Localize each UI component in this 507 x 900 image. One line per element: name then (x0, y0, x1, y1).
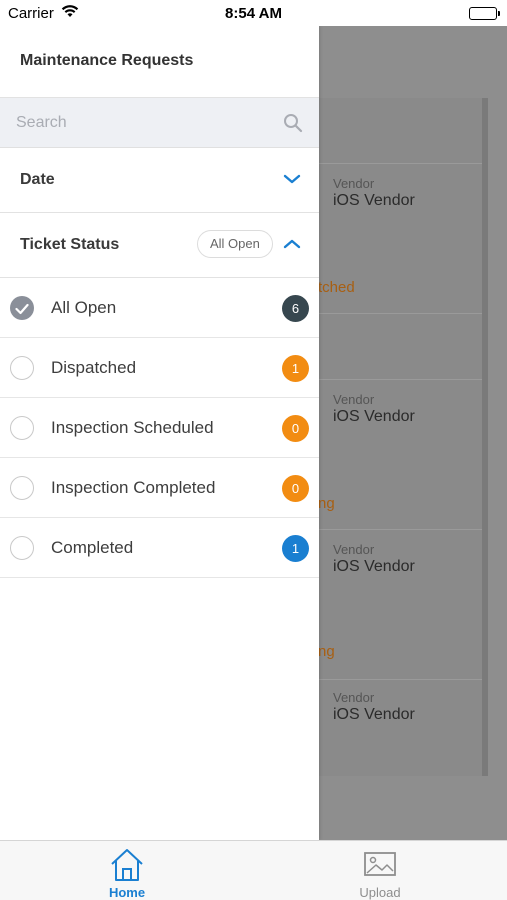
checkmark-icon (15, 302, 29, 320)
count-badge: 1 (282, 535, 309, 562)
count-badge: 0 (282, 415, 309, 442)
status-option-label: Dispatched (51, 358, 137, 377)
selected-status-pill: All Open (197, 230, 273, 258)
radio-unchecked[interactable] (10, 356, 34, 380)
filter-drawer: Maintenance Requests Date Ticket Status … (0, 26, 319, 840)
status-option-dispatched[interactable]: Dispatched 1 (0, 338, 319, 398)
ticket-status-filter-header[interactable]: Ticket Status All Open (0, 213, 319, 278)
status-option-label: Inspection Completed (51, 478, 216, 497)
search-bar (0, 98, 319, 148)
drawer-title: Maintenance Requests (0, 26, 319, 98)
date-filter-header[interactable]: Date (0, 148, 319, 213)
vendor-name: iOS Vendor (333, 558, 415, 575)
ticket-status-text: ng (318, 495, 335, 512)
status-option-label: Completed (51, 538, 134, 557)
search-input[interactable] (0, 98, 319, 147)
radio-unchecked[interactable] (10, 536, 34, 560)
tab-home-label: Home (108, 885, 146, 900)
tab-bar: Home Upload (0, 840, 507, 900)
count-badge: 1 (282, 355, 309, 382)
tab-upload[interactable]: Upload (320, 841, 440, 900)
home-icon (110, 847, 144, 888)
vendor-name: iOS Vendor (333, 408, 415, 425)
radio-checked[interactable] (10, 296, 34, 320)
status-option-inspection-scheduled[interactable]: Inspection Scheduled 0 (0, 398, 319, 458)
count-badge: 0 (282, 475, 309, 502)
chevron-up-icon[interactable] (283, 237, 301, 255)
status-bar: Carrier 8:54 AM (0, 0, 507, 26)
vendor-label: Vendor (333, 690, 375, 705)
vendor-name: iOS Vendor (333, 706, 415, 723)
status-option-inspection-completed[interactable]: Inspection Completed 0 (0, 458, 319, 518)
status-option-label: Inspection Scheduled (51, 418, 214, 437)
clock: 8:54 AM (225, 5, 282, 22)
tab-upload-label: Upload (359, 885, 401, 900)
count-badge: 6 (282, 295, 309, 322)
search-icon[interactable] (283, 113, 303, 138)
radio-unchecked[interactable] (10, 476, 34, 500)
date-filter-label: Date (20, 171, 55, 188)
battery-icon (469, 7, 500, 20)
image-icon (363, 847, 397, 886)
vendor-name: iOS Vendor (333, 192, 415, 209)
vendor-label: Vendor (333, 176, 375, 191)
status-option-all-open[interactable]: All Open 6 (0, 278, 319, 338)
radio-unchecked[interactable] (10, 416, 34, 440)
vendor-label: Vendor (333, 392, 375, 407)
ticket-status-text: ng (318, 643, 335, 660)
status-option-label: All Open (51, 298, 117, 317)
ticket-status-text: tched (318, 279, 355, 296)
vendor-label: Vendor (333, 542, 375, 557)
chevron-down-icon[interactable] (283, 172, 301, 190)
ticket-status-label: Ticket Status (20, 236, 120, 253)
status-option-completed[interactable]: Completed 1 (0, 518, 319, 578)
tab-home[interactable]: Home (67, 841, 187, 900)
